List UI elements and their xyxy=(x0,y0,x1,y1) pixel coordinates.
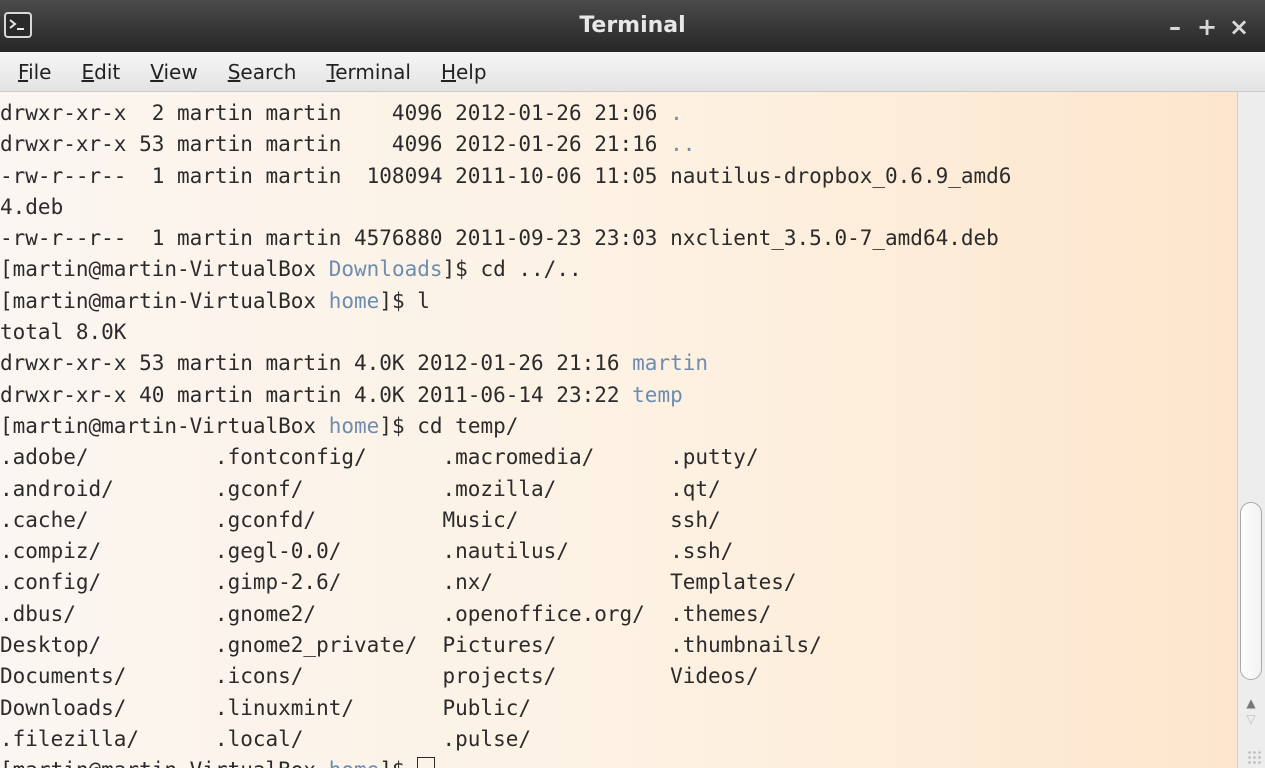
line-text: .compiz/ .gegl-0.0/ .nautilus/ .ssh/ xyxy=(0,539,734,564)
terminal-window: Terminal – + × File Edit View Search Ter… xyxy=(0,0,1265,768)
terminal-line: .compiz/ .gegl-0.0/ .nautilus/ .ssh/ xyxy=(0,536,1011,567)
highlighted-path: . xyxy=(670,101,683,125)
terminal-line: [martin@martin-VirtualBox Downloads]$ cd… xyxy=(0,254,1011,285)
terminal-line: 4.deb xyxy=(0,192,1011,223)
menu-terminal[interactable]: Terminal xyxy=(312,57,425,87)
terminal-line: Desktop/ .gnome2_private/ Pictures/ .thu… xyxy=(0,630,1011,661)
menu-search[interactable]: Search xyxy=(214,57,311,87)
line-text: .android/ .gconf/ .mozilla/ .qt/ xyxy=(0,476,721,501)
line-text: .adobe/ .fontconfig/ .macromedia/ .putty… xyxy=(0,445,759,470)
maximize-button[interactable]: + xyxy=(1191,13,1223,41)
menu-file[interactable]: File xyxy=(4,57,65,87)
line-text: ]$ xyxy=(379,758,417,768)
highlighted-path: temp xyxy=(632,382,683,407)
terminal-line: .dbus/ .gnome2/ .openoffice.org/ .themes… xyxy=(0,599,1011,630)
line-text: .filezilla/ .local/ .pulse/ xyxy=(0,726,532,751)
highlighted-path: Downloads xyxy=(328,257,443,282)
arrow-down-icon[interactable]: ▽ xyxy=(1238,712,1264,726)
line-text: 4.deb xyxy=(0,194,64,219)
highlighted-path: home xyxy=(329,758,380,768)
terminal-line: [martin@martin-VirtualBox home]$ cd temp… xyxy=(0,411,1011,442)
window-title: Terminal xyxy=(579,13,686,38)
line-text: total 8.0K xyxy=(0,320,127,345)
line-text: [martin@martin-VirtualBox xyxy=(0,257,329,282)
close-button[interactable]: × xyxy=(1223,13,1255,41)
terminal-line: -rw-r--r-- 1 martin martin 4576880 2011-… xyxy=(0,223,1011,254)
highlighted-path: .. xyxy=(670,132,696,157)
terminal-line: drwxr-xr-x 40 martin martin 4.0K 2011-06… xyxy=(0,380,1011,411)
terminal-line: Downloads/ .linuxmint/ Public/ xyxy=(0,693,1011,724)
line-text: .dbus/ .gnome2/ .openoffice.org/ .themes… xyxy=(0,601,772,626)
line-text: drwxr-xr-x 40 martin martin 4.0K 2011-06… xyxy=(0,382,633,407)
line-text: Desktop/ .gnome2_private/ Pictures/ .thu… xyxy=(0,633,822,658)
menu-edit[interactable]: Edit xyxy=(67,57,134,87)
terminal-line: Documents/ .icons/ projects/ Videos/ xyxy=(0,661,1011,692)
terminal-line: [martin@martin-VirtualBox home]$ l xyxy=(0,286,1011,317)
line-text: -rw-r--r-- 1 martin martin 108094 2011-1… xyxy=(0,163,1012,188)
highlighted-path: home xyxy=(328,413,380,438)
window-controls: – + × xyxy=(1159,7,1255,47)
terminal-lines: drwxr-xr-x 2 martin martin 4096 2012-01-… xyxy=(0,98,1011,768)
menu-bar: File Edit View Search Terminal Help xyxy=(0,52,1265,92)
vertical-scrollbar[interactable]: ▲ ▽ xyxy=(1237,92,1265,768)
terminal-line: .android/ .gconf/ .mozilla/ .qt/ xyxy=(0,474,1011,505)
terminal-line: .filezilla/ .local/ .pulse/ xyxy=(0,724,1011,755)
line-text: [martin@martin-VirtualBox xyxy=(0,413,329,438)
terminal-line: [martin@martin-VirtualBox home]$ xyxy=(0,755,1011,768)
highlighted-path: home xyxy=(328,288,380,313)
terminal-line: -rw-r--r-- 1 martin martin 108094 2011-1… xyxy=(0,161,1011,192)
highlighted-path: martin xyxy=(632,351,709,376)
line-text: [martin@martin-VirtualBox xyxy=(0,288,329,313)
minimize-button[interactable]: – xyxy=(1159,13,1191,41)
line-text: -rw-r--r-- 1 martin martin 4576880 2011-… xyxy=(0,226,999,251)
terminal-line: .config/ .gimp-2.6/ .nx/ Templates/ xyxy=(0,567,1011,598)
terminal-line: .adobe/ .fontconfig/ .macromedia/ .putty… xyxy=(0,442,1011,473)
arrow-up-icon[interactable]: ▲ xyxy=(1238,696,1264,710)
terminal-line: drwxr-xr-x 53 martin martin 4.0K 2012-01… xyxy=(0,348,1011,379)
terminal-line: drwxr-xr-x 2 martin martin 4096 2012-01-… xyxy=(0,98,1011,129)
menu-help[interactable]: Help xyxy=(427,57,501,87)
terminal-line: drwxr-xr-x 53 martin martin 4096 2012-01… xyxy=(0,129,1011,160)
title-bar[interactable]: Terminal – + × xyxy=(0,0,1265,52)
line-text: Documents/ .icons/ projects/ Videos/ xyxy=(0,664,759,689)
line-text: ]$ cd temp/ xyxy=(379,413,519,438)
line-text: drwxr-xr-x 2 martin martin 4096 2012-01-… xyxy=(0,101,671,125)
terminal-output[interactable]: drwxr-xr-x 2 martin martin 4096 2012-01-… xyxy=(0,92,1237,768)
terminal-line: .cache/ .gconfd/ Music/ ssh/ xyxy=(0,505,1011,536)
line-text: drwxr-xr-x 53 martin martin 4096 2012-01… xyxy=(0,132,671,157)
line-text: ]$ l xyxy=(379,288,430,313)
line-text: .config/ .gimp-2.6/ .nx/ Templates/ xyxy=(0,570,797,595)
line-text: .cache/ .gconfd/ Music/ ssh/ xyxy=(0,507,721,532)
resize-grip-icon[interactable] xyxy=(1247,750,1263,766)
line-text: ]$ cd ../.. xyxy=(442,257,582,282)
line-text: [martin@martin-VirtualBox xyxy=(0,758,329,768)
line-text: Downloads/ .linuxmint/ Public/ xyxy=(0,695,532,720)
terminal-line: total 8.0K xyxy=(0,317,1011,348)
menu-view[interactable]: View xyxy=(136,57,211,87)
text-cursor xyxy=(417,757,436,768)
line-text: drwxr-xr-x 53 martin martin 4.0K 2012-01… xyxy=(0,351,633,376)
scrollbar-thumb[interactable] xyxy=(1240,502,1262,680)
